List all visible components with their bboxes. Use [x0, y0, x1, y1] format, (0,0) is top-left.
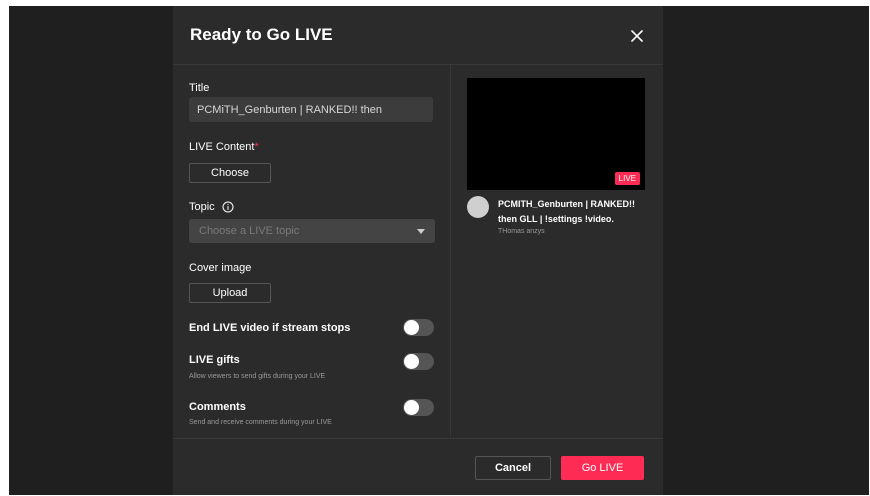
topic-placeholder: Choose a LIVE topic [199, 225, 300, 237]
end-live-toggle[interactable] [403, 319, 434, 336]
topic-label-text: Topic [189, 201, 215, 213]
live-badge: LIVE [614, 172, 640, 185]
stream-username: THomas anzys [498, 228, 545, 235]
topic-label: Topic [189, 201, 234, 213]
toggle-knob [404, 320, 419, 335]
comments-toggle[interactable] [403, 399, 434, 416]
cover-image-label: Cover image [189, 262, 252, 274]
title-label: Title [189, 82, 210, 94]
live-preview: LIVE [467, 78, 645, 190]
upload-button[interactable]: Upload [189, 283, 271, 303]
title-input[interactable] [189, 97, 433, 122]
live-content-label-text: LIVE Content [189, 141, 255, 153]
topic-select[interactable]: Choose a LIVE topic [189, 219, 435, 243]
live-gifts-toggle[interactable] [403, 353, 434, 370]
end-live-label: End LIVE video if stream stops [189, 322, 351, 334]
cancel-button[interactable]: Cancel [475, 456, 551, 480]
comments-description: Send and receive comments during your LI… [189, 419, 332, 426]
go-live-button[interactable]: Go LIVE [561, 456, 644, 480]
close-button[interactable] [625, 24, 649, 48]
caret-down-icon [417, 228, 425, 234]
stream-title: PCMITH_Genburten | RANKED!! then GLL | !… [498, 199, 636, 224]
column-divider [450, 64, 451, 438]
modal-title: Ready to Go LIVE [190, 25, 333, 44]
live-gifts-label: LIVE gifts [189, 354, 240, 366]
comments-label: Comments [189, 401, 246, 413]
toggle-knob [404, 400, 419, 415]
info-icon[interactable] [222, 201, 234, 213]
avatar [467, 196, 489, 218]
go-live-modal: Ready to Go LIVE Title LIVE Content* Cho… [173, 6, 663, 495]
live-gifts-description: Allow viewers to send gifts during your … [189, 373, 326, 380]
toggle-knob [404, 354, 419, 369]
required-marker: * [254, 141, 259, 153]
modal-footer: Cancel Go LIVE [173, 438, 663, 496]
close-icon [631, 30, 643, 42]
choose-button[interactable]: Choose [189, 163, 271, 183]
live-content-label: LIVE Content* [189, 141, 259, 153]
modal-header: Ready to Go LIVE [173, 6, 663, 65]
